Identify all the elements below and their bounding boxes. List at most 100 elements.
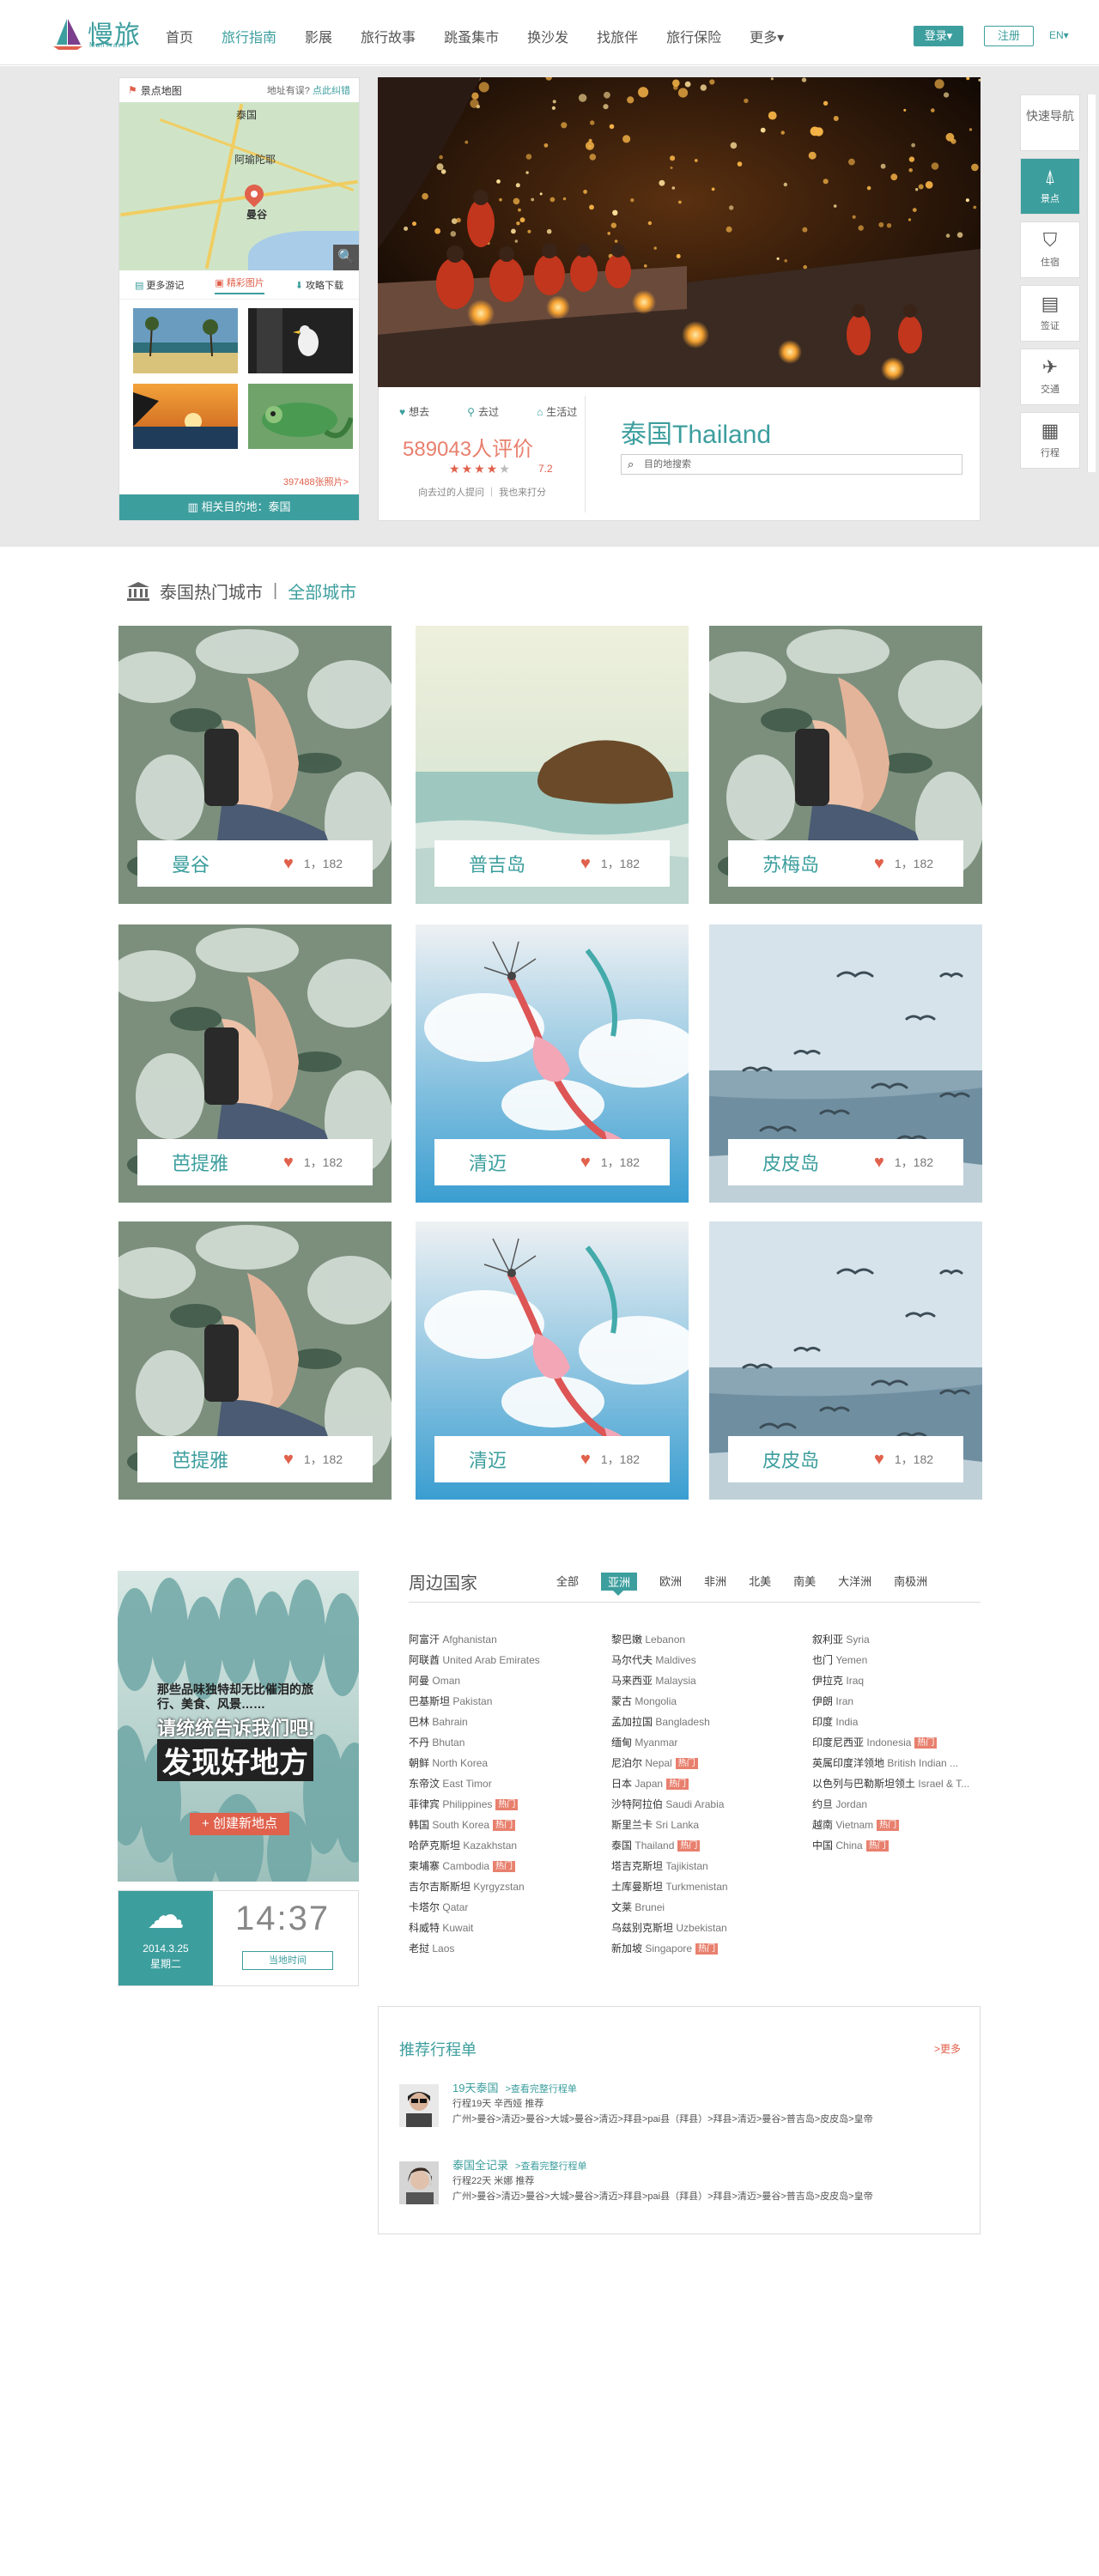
ask-visitors-link[interactable]: 向去过的人提问	[418, 488, 484, 498]
zoom-icon[interactable]: 🔍	[333, 245, 359, 270]
city-card[interactable]: 皮皮岛 ♥ 1，182	[709, 1221, 982, 1500]
itinerary-more-link[interactable]: >更多	[934, 2041, 961, 2056]
side-nav-lodging[interactable]: ⛉ 住宿	[1020, 221, 1080, 278]
want-to-go-button[interactable]: ♥ 想去	[399, 404, 448, 419]
tab-oceania[interactable]: 大洋洲	[838, 1573, 871, 1591]
country-link[interactable]: 斯里兰卡 Sri Lanka	[611, 1815, 728, 1835]
avatar[interactable]	[399, 2084, 439, 2127]
view-full-itinerary-link[interactable]: >查看完整行程单	[515, 2161, 586, 2172]
itinerary-name[interactable]: 泰国全记录	[452, 2159, 508, 2172]
city-name[interactable]: 曼谷	[172, 850, 275, 877]
city-card[interactable]: 芭提雅 ♥ 1，182	[118, 924, 392, 1203]
side-nav-transport[interactable]: ✈ 交通	[1020, 349, 1080, 405]
country-link[interactable]: 伊朗 Iran	[812, 1691, 969, 1712]
city-name[interactable]: 芭提雅	[172, 1446, 275, 1473]
city-name[interactable]: 清迈	[469, 1149, 572, 1176]
country-link[interactable]: 科威特 Kuwait	[409, 1918, 540, 1938]
more-photos-link[interactable]: 397488张照片>	[283, 475, 349, 488]
itinerary-name[interactable]: 19天泰国	[452, 2082, 498, 2094]
country-link[interactable]: 蒙古 Mongolia	[611, 1691, 728, 1712]
heart-icon[interactable]: ♥	[580, 1450, 591, 1470]
itinerary-item[interactable]: 泰国全记录 >查看完整行程单 行程22天 米娜 推荐 广州>曼谷>清迈>曼谷>大城…	[399, 2156, 966, 2208]
nav-more[interactable]: 更多▾	[750, 26, 784, 46]
city-card[interactable]: 苏梅岛 ♥ 1，182	[709, 626, 982, 904]
country-link[interactable]: 新加坡 Singapore 热门	[611, 1938, 728, 1959]
tab-all[interactable]: 全部	[556, 1573, 579, 1591]
country-link[interactable]: 东帝汶 East Timor	[409, 1773, 540, 1794]
country-link[interactable]: 沙特阿拉伯 Saudi Arabia	[611, 1794, 728, 1815]
country-link[interactable]: 韩国 South Korea 热门	[409, 1815, 540, 1835]
report-error-link[interactable]: 点此纠错	[313, 86, 350, 96]
tab-north-america[interactable]: 北美	[749, 1573, 771, 1591]
country-link[interactable]: 不丹 Bhutan	[409, 1732, 540, 1753]
language-switch[interactable]: EN▾	[1049, 29, 1069, 41]
country-link[interactable]: 巴基斯坦 Pakistan	[409, 1691, 540, 1712]
country-link[interactable]: 印度尼西亚 Indonesia 热门	[812, 1732, 969, 1753]
nav-couchsurf[interactable]: 换沙发	[527, 26, 568, 46]
country-link[interactable]: 马来西亚 Malaysia	[611, 1670, 728, 1691]
tab-guide-download[interactable]: ⬇ 攻略下载	[295, 278, 343, 292]
country-link[interactable]: 中国 China 热门	[812, 1835, 969, 1856]
all-cities-link[interactable]: 全部城市	[288, 579, 356, 603]
avatar[interactable]	[399, 2161, 439, 2204]
scenic-map[interactable]: 泰国 阿瑜陀耶 曼谷 🔍	[119, 102, 359, 270]
city-name[interactable]: 普吉岛	[469, 850, 572, 877]
city-name[interactable]: 苏梅岛	[762, 850, 865, 877]
country-link[interactable]: 马尔代夫 Maldives	[611, 1650, 728, 1670]
city-card[interactable]: 清迈 ♥ 1，182	[416, 1221, 689, 1500]
country-link[interactable]: 黎巴嫩 Lebanon	[611, 1629, 728, 1650]
tab-europe[interactable]: 欧洲	[659, 1573, 682, 1591]
destination-search-input[interactable]: ⌕ 目的地搜索	[621, 454, 962, 475]
country-link[interactable]: 土库曼斯坦 Turkmenistan	[611, 1876, 728, 1897]
city-card[interactable]: 清迈 ♥ 1，182	[416, 924, 689, 1203]
country-link[interactable]: 孟加拉国 Bangladesh	[611, 1712, 728, 1732]
nav-home[interactable]: 首页	[166, 26, 193, 46]
photo-thumb[interactable]	[133, 384, 238, 449]
register-button[interactable]: 注册	[984, 26, 1034, 46]
country-link[interactable]: 乌兹别克斯坦 Uzbekistan	[611, 1918, 728, 1938]
country-link[interactable]: 柬埔寨 Cambodia 热门	[409, 1856, 540, 1876]
heart-icon[interactable]: ♥	[874, 1153, 884, 1173]
heart-icon[interactable]: ♥	[283, 1153, 294, 1173]
heart-icon[interactable]: ♥	[580, 1153, 591, 1173]
country-link[interactable]: 阿曼 Oman	[409, 1670, 540, 1691]
country-link[interactable]: 伊拉克 Iraq	[812, 1670, 969, 1691]
country-link[interactable]: 泰国 Thailand 热门	[611, 1835, 728, 1856]
country-link[interactable]: 尼泊尔 Nepal 热门	[611, 1753, 728, 1773]
side-nav-visa[interactable]: ▤ 签证	[1020, 285, 1080, 342]
logo[interactable]: 慢旅 ManTravel	[52, 15, 146, 51]
tab-antarctica[interactable]: 南极洲	[894, 1573, 927, 1591]
country-link[interactable]: 文莱 Brunei	[611, 1897, 728, 1918]
nav-guide[interactable]: 旅行指南	[222, 26, 276, 46]
country-link[interactable]: 约旦 Jordan	[812, 1794, 969, 1815]
country-link[interactable]: 老挝 Laos	[409, 1938, 540, 1959]
tab-south-america[interactable]: 南美	[793, 1573, 816, 1591]
country-link[interactable]: 巴林 Bahrain	[409, 1712, 540, 1732]
country-link[interactable]: 叙利亚 Syria	[812, 1629, 969, 1650]
city-card[interactable]: 普吉岛 ♥ 1，182	[416, 626, 689, 904]
quick-nav-button[interactable]: 快速导航	[1020, 94, 1080, 151]
side-nav-itinerary[interactable]: ▦ 行程	[1020, 412, 1080, 469]
country-link[interactable]: 菲律宾 Philippines 热门	[409, 1794, 540, 1815]
photo-thumb[interactable]	[248, 384, 354, 449]
photo-thumb[interactable]	[133, 308, 238, 373]
heart-icon[interactable]: ♥	[580, 854, 591, 874]
country-link[interactable]: 以色列与巴勒斯坦领土 Israel & T...	[812, 1773, 969, 1794]
nav-insurance[interactable]: 旅行保险	[666, 26, 721, 46]
city-card[interactable]: 曼谷 ♥ 1，182	[118, 626, 392, 904]
tab-more-stories[interactable]: ▤ 更多游记	[135, 278, 184, 292]
country-link[interactable]: 塔吉克斯坦 Tajikistan	[611, 1856, 728, 1876]
country-link[interactable]: 卡塔尔 Qatar	[409, 1897, 540, 1918]
rate-link[interactable]: 我也来打分	[499, 488, 546, 498]
country-link[interactable]: 印度 India	[812, 1712, 969, 1732]
heart-icon[interactable]: ♥	[874, 1450, 884, 1470]
side-nav-attractions[interactable]: ⍋ 景点	[1020, 158, 1080, 215]
country-link[interactable]: 阿富汗 Afghanistan	[409, 1629, 540, 1650]
city-name[interactable]: 清迈	[469, 1446, 572, 1473]
been-there-button[interactable]: ⚲ 去过	[467, 404, 518, 419]
nav-companion[interactable]: 找旅伴	[597, 26, 638, 46]
login-button[interactable]: 登录▾	[914, 26, 963, 46]
city-card[interactable]: 皮皮岛 ♥ 1，182	[709, 924, 982, 1203]
country-link[interactable]: 朝鲜 North Korea	[409, 1753, 540, 1773]
review-count[interactable]: 589043人评价	[403, 432, 533, 462]
